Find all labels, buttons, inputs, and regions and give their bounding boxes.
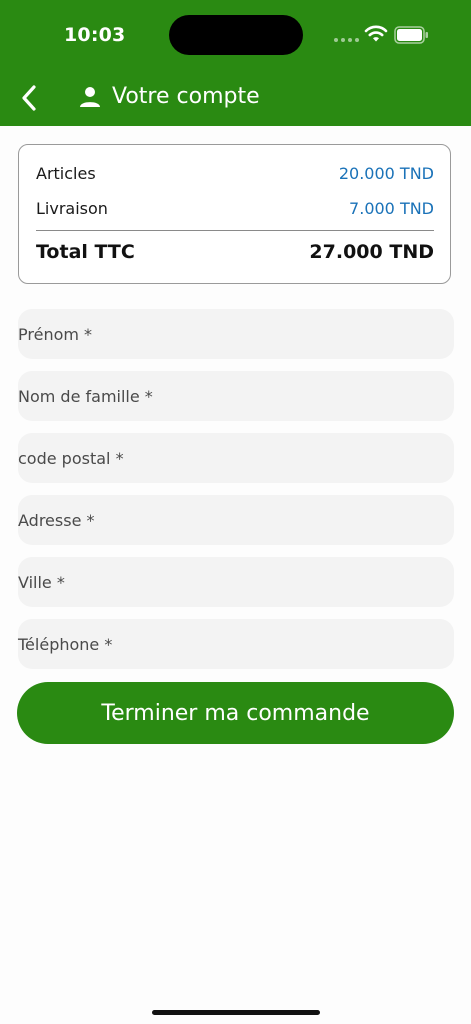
complete-order-button[interactable]: Terminer ma commande (17, 682, 454, 744)
livraison-label: Livraison (36, 199, 108, 218)
phone-placeholder: Téléphone * (18, 635, 113, 654)
summary-row-articles: Articles 20.000 TND (36, 164, 434, 183)
battery-icon (394, 26, 428, 44)
articles-label: Articles (36, 164, 96, 183)
total-label: Total TTC (36, 241, 135, 263)
last-name-placeholder: Nom de famille * (18, 387, 153, 406)
summary-row-total: Total TTC 27.000 TND (36, 241, 434, 263)
first-name-field[interactable]: Prénom * (18, 309, 454, 359)
total-value: 27.000 TND (309, 241, 434, 263)
app-header: Votre compte (0, 70, 471, 126)
city-field[interactable]: Ville * (18, 557, 454, 607)
status-bar: 10:03 (0, 0, 471, 70)
order-summary-card: Articles 20.000 TND Livraison 7.000 TND … (18, 144, 451, 284)
last-name-field[interactable]: Nom de famille * (18, 371, 454, 421)
status-time: 10:03 (64, 24, 126, 46)
summary-row-livraison: Livraison 7.000 TND (36, 199, 434, 218)
postal-code-placeholder: code postal * (18, 449, 124, 468)
back-button[interactable] (12, 80, 48, 116)
home-indicator (152, 1010, 320, 1015)
articles-value: 20.000 TND (338, 164, 434, 183)
city-placeholder: Ville * (18, 573, 65, 592)
first-name-placeholder: Prénom * (18, 325, 93, 344)
signal-icon (334, 38, 359, 42)
address-field[interactable]: Adresse * (18, 495, 454, 545)
wifi-icon (364, 25, 388, 42)
postal-code-field[interactable]: code postal * (18, 433, 454, 483)
phone-field[interactable]: Téléphone * (18, 619, 454, 669)
user-icon (80, 87, 100, 107)
page-title: Votre compte (112, 84, 260, 109)
address-placeholder: Adresse * (18, 511, 95, 530)
summary-divider (36, 230, 434, 231)
dynamic-island (169, 15, 303, 55)
chevron-left-icon (22, 85, 36, 111)
livraison-value: 7.000 TND (349, 199, 434, 218)
